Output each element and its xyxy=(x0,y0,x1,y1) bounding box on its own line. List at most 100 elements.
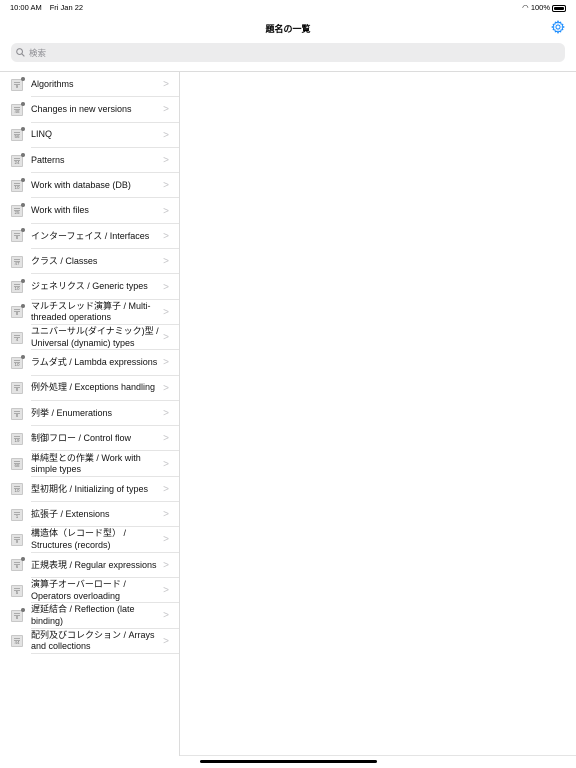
list-item[interactable]: 48 Changes in new versions > xyxy=(0,97,179,123)
list-item[interactable]: 10 ラムダ式 / Lambda expressions > xyxy=(0,350,179,376)
item-count: 10 xyxy=(14,488,20,494)
chevron-right-icon: > xyxy=(163,129,169,141)
badge-dot xyxy=(21,152,25,157)
list-item-label: 制御フロー / Control flow xyxy=(31,433,132,444)
item-count: 8 xyxy=(15,311,19,317)
item-count: 47 xyxy=(14,260,20,266)
list-item[interactable]: 1 拡張子 / Extensions > xyxy=(0,502,179,528)
list-item[interactable]: 68 単純型との作業 / Work with simple types > xyxy=(0,451,179,478)
search-input[interactable]: 検索 xyxy=(11,43,565,62)
document-icon: 19 xyxy=(11,432,23,445)
topic-list: 9 Algorithms >48 Changes in new versions… xyxy=(0,72,180,756)
divider xyxy=(180,755,576,756)
chevron-right-icon: > xyxy=(163,483,169,495)
document-icon: 10 xyxy=(11,483,23,496)
list-item-label: Patterns xyxy=(31,154,65,165)
chevron-right-icon: > xyxy=(163,534,169,546)
item-count: 44 xyxy=(14,640,20,646)
list-item[interactable]: 8 列挙 / Enumerations > xyxy=(0,401,179,427)
item-count: 25 xyxy=(14,210,20,216)
chevron-right-icon: > xyxy=(163,408,169,419)
item-count: 4 xyxy=(15,336,19,342)
list-item-label: Changes in new versions xyxy=(31,104,132,115)
list-item-label: インターフェイス / Interfaces xyxy=(31,230,150,241)
list-item-label: Work with database (DB) xyxy=(31,180,131,191)
chevron-right-icon: > xyxy=(163,306,169,318)
page-title: 題名の一覧 xyxy=(265,24,311,34)
chevron-right-icon: > xyxy=(163,357,169,369)
document-icon: 56 xyxy=(11,127,25,142)
item-count: 8 xyxy=(15,235,19,241)
chevron-right-icon: > xyxy=(163,610,169,622)
wifi-icon: ◠ xyxy=(522,3,531,12)
list-item-label: Work with files xyxy=(31,205,89,216)
badge-dot xyxy=(21,304,25,309)
status-time: 10:00 AM xyxy=(10,3,42,12)
list-item[interactable]: 47 クラス / Classes > xyxy=(0,249,179,275)
badge-dot xyxy=(21,354,25,359)
list-item-label: 正規表現 / Regular expressions xyxy=(31,559,157,570)
battery-percent: 100% xyxy=(530,3,550,12)
badge-dot xyxy=(21,279,25,284)
chevron-right-icon: > xyxy=(163,585,169,597)
list-item-label: 列挙 / Enumerations xyxy=(31,407,113,418)
chevron-right-icon: > xyxy=(163,635,169,647)
list-item-label: ユニバーサル(ダイナミック)型 / Universal (dynamic) ty… xyxy=(31,326,159,348)
list-item[interactable]: 19 制御フロー / Control flow > xyxy=(0,426,179,452)
list-item[interactable]: 10 型初期化 / Initializing of types > xyxy=(0,477,179,503)
status-date: Fri Jan 22 xyxy=(49,3,84,12)
document-icon: 8 xyxy=(11,228,25,243)
gear-icon[interactable] xyxy=(551,20,565,34)
document-icon: 10 xyxy=(11,177,25,192)
document-icon: 25 xyxy=(11,203,25,218)
chevron-right-icon: > xyxy=(163,332,169,344)
badge-dot xyxy=(21,127,25,132)
document-icon: 6 xyxy=(11,557,25,572)
document-icon: 9 xyxy=(11,76,25,91)
list-item[interactable]: 8 インターフェイス / Interfaces > xyxy=(0,224,179,250)
chevron-right-icon: > xyxy=(163,433,169,445)
list-item[interactable]: 9 Algorithms > xyxy=(0,72,179,98)
chevron-right-icon: > xyxy=(163,180,169,192)
list-item[interactable]: 8 遅延結合 / Reflection (late binding) > xyxy=(0,603,179,629)
chevron-right-icon: > xyxy=(163,281,169,293)
document-icon: 8 xyxy=(11,607,25,622)
badge-dot xyxy=(21,101,25,106)
list-item[interactable]: 6 正規表現 / Regular expressions > xyxy=(0,553,179,579)
item-count: 9 xyxy=(15,538,19,544)
list-item[interactable]: 10 ジェネリクス / Generic types > xyxy=(0,274,179,300)
badge-dot xyxy=(21,228,25,233)
list-item[interactable]: 10 Work with database (DB) > xyxy=(0,173,179,199)
document-icon: 24 xyxy=(11,152,25,167)
list-item[interactable]: 4 ユニバーサル(ダイナミック)型 / Universal (dynamic) … xyxy=(0,325,179,351)
home-indicator[interactable] xyxy=(200,760,377,763)
list-item-label: 演算子オーバーロード / Operators overloading xyxy=(31,579,126,601)
chevron-right-icon: > xyxy=(163,509,169,521)
item-count: 1 xyxy=(15,513,19,519)
battery-icon xyxy=(552,4,566,12)
document-icon: 4 xyxy=(11,331,23,344)
list-item[interactable]: 56 LINQ > xyxy=(0,123,179,149)
list-item-label: LINQ xyxy=(31,129,53,140)
chevron-right-icon: > xyxy=(163,256,169,268)
document-icon: 9 xyxy=(11,533,23,546)
list-item[interactable]: 9 構造体（レコード型） / Structures (records) > xyxy=(0,527,179,553)
badge-dot xyxy=(21,607,25,612)
item-count: 19 xyxy=(14,437,20,443)
list-item[interactable]: 44 配列及びコレクション / Arrays and collections > xyxy=(0,629,179,655)
list-item[interactable]: 24 Patterns > xyxy=(0,148,179,174)
item-count: 8 xyxy=(15,614,19,620)
document-icon: 8 xyxy=(11,407,23,420)
item-count: 48 xyxy=(14,108,20,114)
document-icon: 47 xyxy=(11,255,23,268)
list-item-label: 拡張子 / Extensions xyxy=(31,508,110,519)
search-icon xyxy=(16,48,25,57)
list-item[interactable]: 25 Work with files > xyxy=(0,198,179,225)
list-item[interactable]: 8 マルチスレッド演算子 / Multi-threaded operations… xyxy=(0,300,179,326)
item-count: 8 xyxy=(15,412,19,418)
list-item-label: ジェネリクス / Generic types xyxy=(31,281,148,292)
list-item[interactable]: 5 演算子オーバーロード / Operators overloading > xyxy=(0,578,179,604)
list-item-label: 構造体（レコード型） / Structures (records) xyxy=(31,528,127,550)
list-item[interactable]: 8 例外処理 / Exceptions handling > xyxy=(0,376,179,402)
list-item-label: 遅延結合 / Reflection (late binding) xyxy=(31,604,135,626)
